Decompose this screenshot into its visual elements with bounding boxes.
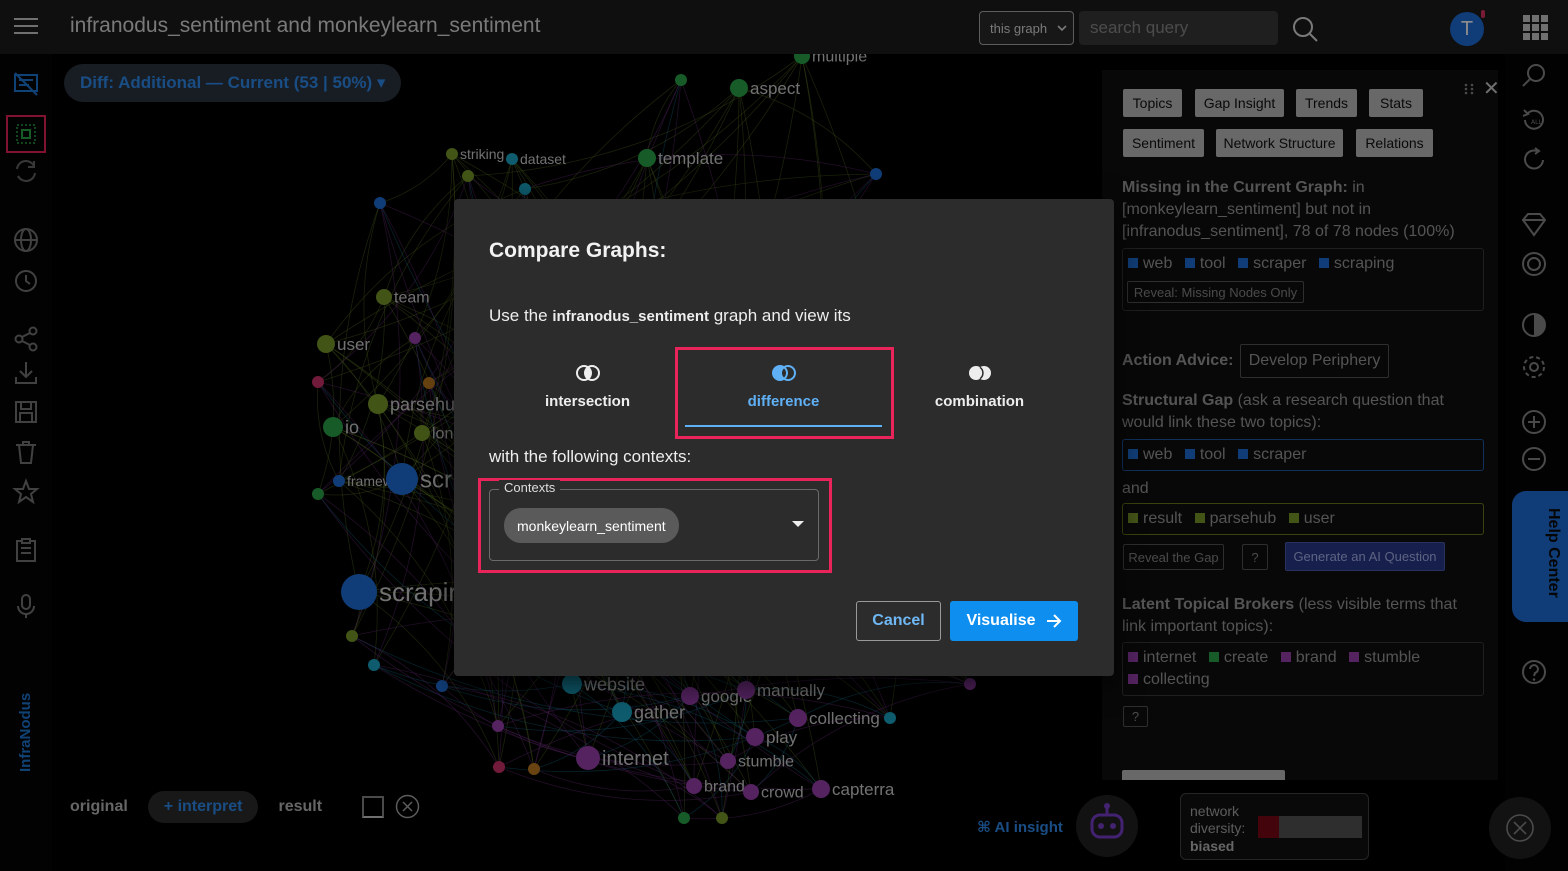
intersection-label: intersection [544,393,631,410]
difference-highlight [675,347,894,439]
dropdown-arrow-icon[interactable] [792,521,804,527]
cancel-button[interactable]: Cancel [856,601,941,641]
combination-icon [969,366,991,380]
desc-suffix: graph and view its [709,306,851,325]
arrow-right-icon [1046,614,1061,628]
desc-prefix: Use the [489,306,553,325]
intersection-icon [576,365,600,381]
desc-graph-name: infranodus_sentiment [552,308,709,325]
dialog-title: Compare Graphs: [489,239,667,262]
combination-label: combination [934,393,1025,410]
option-combination[interactable]: combination [881,359,1078,429]
visualise-label: Visualise [966,612,1036,629]
dialog-description: Use the infranodus_sentiment graph and v… [489,306,851,326]
visualise-button[interactable]: Visualise [950,601,1078,641]
contexts-legend: Contexts [499,480,561,495]
context-chip[interactable]: monkeylearn_sentiment [504,508,679,543]
contexts-prompt: with the following contexts: [489,447,692,466]
compare-graphs-dialog: Compare Graphs: Use the infranodus_senti… [454,199,1114,676]
option-intersection[interactable]: intersection [489,359,686,429]
